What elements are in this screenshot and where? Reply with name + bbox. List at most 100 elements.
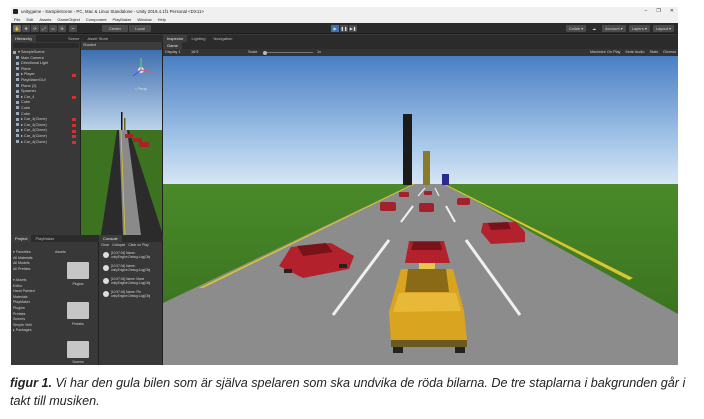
custom-tool-icon[interactable]: ✂ — [69, 25, 77, 32]
mute-audio-toggle[interactable]: Mute Audio — [625, 49, 644, 56]
scene-red-car — [139, 142, 149, 147]
project-tree: ▾ Favorites All Materials All Models All Pr… — [13, 250, 49, 334]
display-dropdown[interactable]: Display 1 — [165, 49, 181, 56]
game-view[interactable] — [163, 56, 678, 365]
tab-inspector[interactable]: Inspector — [163, 35, 188, 42]
folder-icon[interactable] — [67, 262, 89, 279]
gameobject-icon — [16, 112, 19, 116]
scale-slider-handle[interactable] — [263, 50, 267, 55]
folder-icon[interactable] — [67, 341, 89, 358]
hierarchy-search-input[interactable] — [13, 43, 79, 48]
menu-file[interactable]: File — [14, 16, 20, 23]
game-toolbar-right: Maximize On Play Mute Audio Stats Gizmos — [590, 49, 676, 56]
tab-game[interactable]: Game — [163, 42, 182, 49]
tab-project[interactable]: Project — [11, 235, 32, 242]
account-dropdown[interactable]: Account ▾ — [602, 25, 626, 32]
left-panel-tabs: Hierarchy Scene Asset Store — [11, 35, 163, 42]
tab-lighting[interactable]: Lighting — [187, 35, 209, 42]
menu-edit[interactable]: Edit — [26, 16, 33, 23]
tab-asset-store[interactable]: Asset Store — [83, 35, 112, 42]
menu-assets[interactable]: Assets — [39, 16, 51, 23]
inspector-tabs: Inspector Lighting Navigation — [163, 35, 678, 42]
play-controls: ▶ ❚❚ ▶❚ — [331, 25, 357, 32]
console-clear-button[interactable]: Clear — [101, 243, 109, 247]
scale-slider[interactable] — [263, 52, 313, 53]
scene-shading-mode[interactable]: Shaded — [83, 42, 96, 49]
close-button[interactable]: ✕ — [670, 7, 674, 16]
cloud-icon[interactable]: ☁ — [589, 25, 600, 32]
missing-script-icon — [72, 118, 76, 122]
missing-script-icon — [72, 129, 76, 133]
collab-dropdown[interactable]: Collab ▾ — [565, 25, 587, 32]
menu-playmaker[interactable]: PlayMaker — [113, 16, 132, 23]
rect-tool-icon[interactable]: ▭ — [49, 25, 57, 32]
hierarchy-item-label: ▸ Car_4(Clone) — [21, 128, 47, 133]
console-log-entry[interactable]: [10:57:04] Name: unityEngine.Debug:Log(O… — [103, 251, 161, 262]
scale-tool-icon[interactable]: ⤢ — [40, 25, 48, 32]
transform-tool-icon[interactable]: ⊕ — [58, 25, 66, 32]
missing-script-icon — [72, 140, 76, 144]
console-log-entry[interactable]: [10:57:04] Name: Pin unityEngine.Debug:L… — [103, 290, 161, 301]
pause-icon[interactable]: ❚❚ — [340, 25, 348, 32]
scene-persp-label: < Persp — [135, 87, 147, 91]
play-icon[interactable]: ▶ — [331, 25, 339, 32]
project-tabs: Project PlayMaker — [11, 235, 99, 242]
scene-view[interactable]: Shaded < Persp — [81, 42, 163, 235]
move-tool-icon[interactable]: ✥ — [22, 25, 30, 32]
info-icon — [103, 291, 109, 297]
pivot-toggle[interactable]: Center — [102, 25, 128, 32]
tab-navigation[interactable]: Navigation — [209, 35, 236, 42]
console-collapse-button[interactable]: Collapse — [112, 243, 125, 247]
scale-value: 1x — [317, 50, 322, 54]
step-icon[interactable]: ▶❚ — [349, 25, 357, 32]
menu-gameobject[interactable]: GameObject — [57, 16, 79, 23]
project-tree-item[interactable]: ▸ Packages — [13, 328, 49, 334]
log-text: [10:57:04] Name: Mane unityEngine.Debug:… — [111, 277, 151, 285]
gizmos-toggle[interactable]: Gizmos — [663, 49, 676, 56]
tab-scene[interactable]: Scene — [64, 35, 83, 42]
enemy-car — [405, 241, 450, 263]
aspect-dropdown[interactable]: 16:9 — [191, 49, 198, 56]
hand-tool-icon[interactable]: ✋ — [13, 25, 21, 32]
console-panel: Clear Collapse Clear on Play [10:57:04] … — [99, 242, 163, 365]
space-toggle[interactable]: Local — [129, 25, 151, 32]
project-breadcrumb[interactable]: Assets — [55, 250, 66, 254]
layers-dropdown[interactable]: Layers ▾ — [628, 25, 650, 32]
gameobject-icon — [16, 140, 19, 143]
gameobject-icon — [16, 56, 19, 60]
tab-console[interactable]: Console — [99, 235, 122, 242]
menu-bar: File Edit Assets GameObject Component Pl… — [11, 16, 678, 23]
enemy-car — [399, 192, 409, 197]
gameobject-icon — [16, 128, 19, 132]
hierarchy-item[interactable]: ▸ Car_4(Clone) — [13, 140, 79, 146]
minimize-button[interactable]: – — [645, 7, 648, 16]
console-clear-on-play-button[interactable]: Clear on Play — [128, 243, 148, 247]
log-text: [10:57:04] Name: unityEngine.Debug:Log(O… — [111, 251, 151, 259]
tab-hierarchy[interactable]: Hierarchy — [11, 35, 37, 42]
layout-dropdown[interactable]: Layout ▾ — [652, 25, 674, 32]
gameobject-icon — [16, 95, 19, 99]
gameobject-icon — [16, 100, 19, 104]
maximize-on-play-toggle[interactable]: Maximize On Play — [590, 49, 621, 56]
menu-help[interactable]: Help — [158, 16, 166, 23]
gameobject-icon — [16, 72, 19, 76]
stats-toggle[interactable]: Stats — [649, 49, 658, 56]
maximize-button[interactable]: ❐ — [656, 7, 660, 16]
menu-component[interactable]: Component — [86, 16, 107, 23]
unity-editor-window: unitygame - SampleScene - PC, Mac & Linu… — [11, 7, 678, 365]
gameobject-icon — [16, 84, 19, 88]
console-log-entry[interactable]: [10:57:04] Name: Mane unityEngine.Debug:… — [103, 277, 161, 288]
console-log-entry[interactable]: [10:57:04] Name: unityEngine.Debug:Log(O… — [103, 264, 161, 275]
project-panel: ▾ Favorites All Materials All Models All Pr… — [11, 242, 99, 365]
figure-caption-text: Vi har den gula bilen som är själva spel… — [10, 376, 686, 408]
hierarchy-item-label: Directional Light — [21, 61, 49, 66]
tab-playmaker[interactable]: PlayMaker — [31, 235, 58, 242]
console-toolbar: Clear Collapse Clear on Play — [101, 243, 149, 247]
enemy-car — [424, 191, 432, 195]
game-tabs: Game — [163, 42, 678, 49]
info-icon — [103, 265, 109, 271]
hierarchy-item-label: Main Camera — [21, 55, 44, 60]
menu-window[interactable]: Window — [137, 16, 151, 23]
folder-icon[interactable] — [67, 302, 89, 319]
rotate-tool-icon[interactable]: ⟳ — [31, 25, 39, 32]
